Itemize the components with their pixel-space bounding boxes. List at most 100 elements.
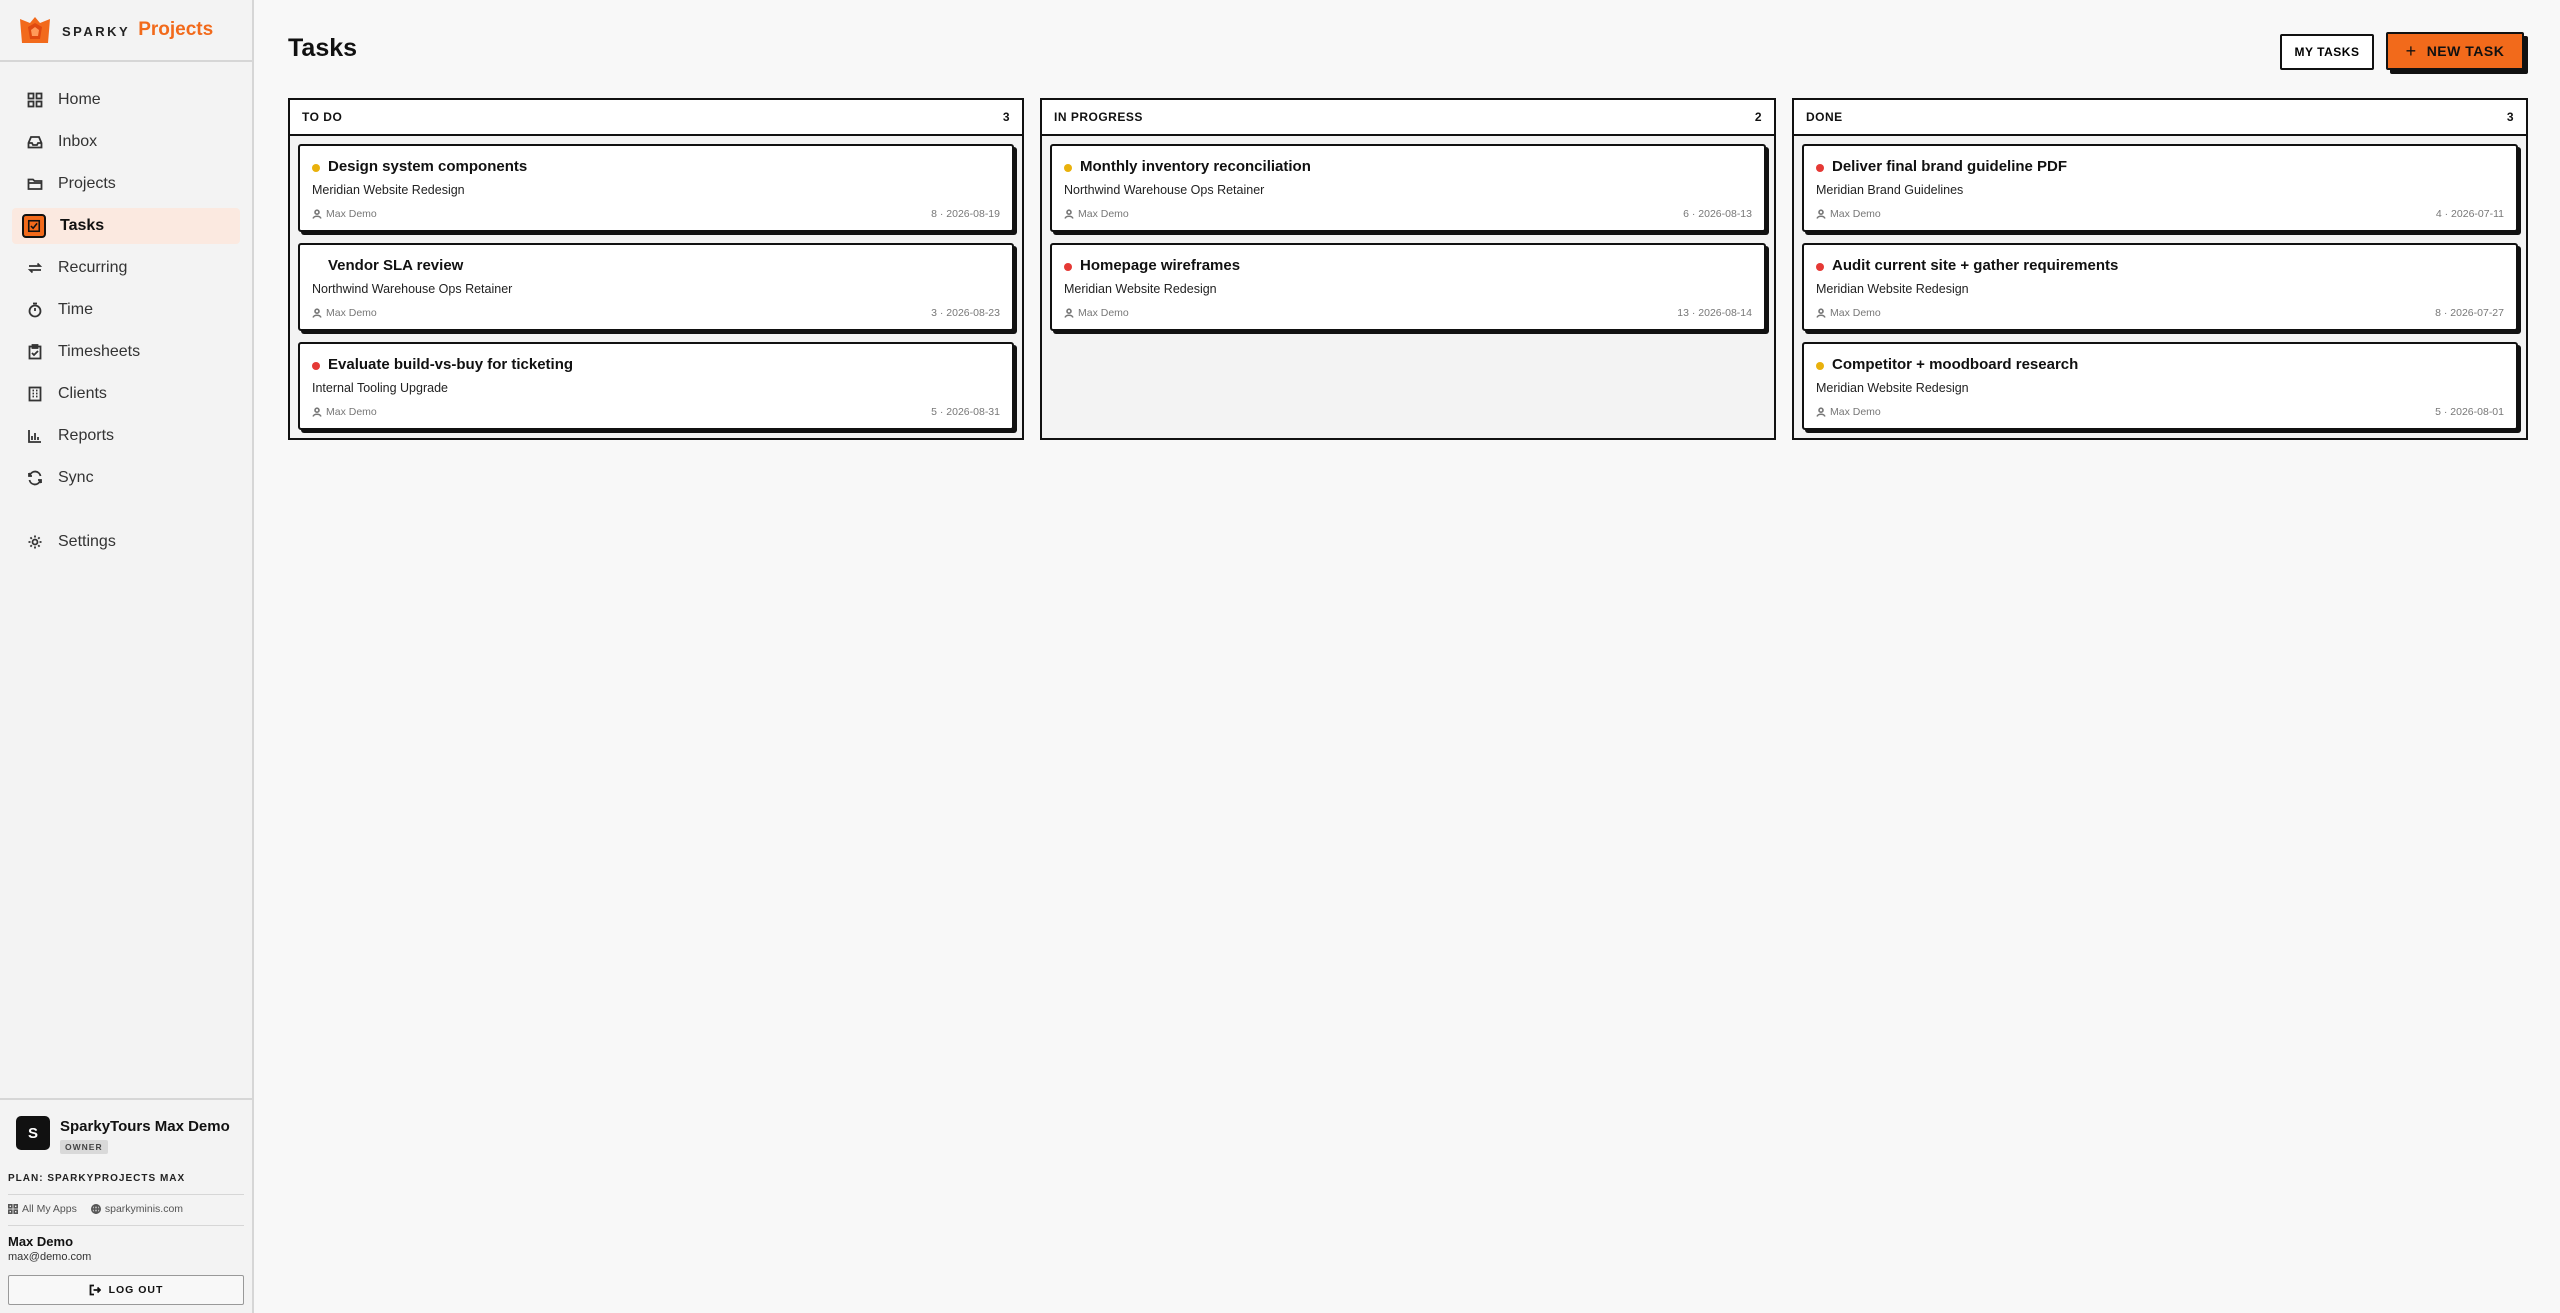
user-icon: [312, 209, 322, 219]
logout-icon: [89, 1284, 101, 1296]
task-card[interactable]: Audit current site + gather requirements…: [1802, 243, 2518, 331]
task-card[interactable]: Competitor + moodboard research Meridian…: [1802, 342, 2518, 430]
task-assignee: Max Demo: [1816, 406, 1881, 418]
sidebar-item-label: Time: [58, 301, 93, 318]
column-count: 3: [2506, 110, 2514, 124]
column-count: 3: [1002, 110, 1010, 124]
priority-dot: [1064, 263, 1072, 271]
task-meta: 8 · 2026-08-19: [931, 208, 1000, 220]
task-card[interactable]: Evaluate build-vs-buy for ticketing Inte…: [298, 342, 1014, 430]
column-header: DONE 3: [1794, 100, 2526, 136]
sidebar-item-home[interactable]: Home: [12, 82, 240, 118]
sidebar-item-tasks[interactable]: Tasks: [12, 208, 240, 244]
sidebar-nav: Home Inbox Projects Tasks Recurring Time: [0, 62, 252, 560]
task-assignee: Max Demo: [1064, 208, 1129, 220]
new-task-button[interactable]: + NEW TASK: [2386, 32, 2524, 70]
user-icon: [1064, 308, 1074, 318]
sidebar-item-label: Inbox: [58, 133, 98, 150]
globe-icon: [90, 1204, 101, 1214]
sidebar-item-label: Projects: [58, 175, 116, 192]
sidebar-item-timesheets[interactable]: Timesheets: [12, 334, 240, 370]
column-title: TO DO: [302, 110, 343, 124]
user-icon: [1816, 407, 1826, 417]
task-card[interactable]: Vendor SLA review Northwind Warehouse Op…: [298, 243, 1014, 331]
priority-dot: [312, 164, 320, 172]
sidebar-item-label: Timesheets: [58, 343, 141, 360]
footer-links: All My Apps sparkyminis.com: [8, 1195, 244, 1226]
column-in-progress: IN PROGRESS 2 Monthly inventory reconcil…: [1040, 98, 1776, 440]
plan-label: PLAN: SPARKYPROJECTS MAX: [8, 1173, 244, 1195]
user-name: Max Demo: [8, 1234, 74, 1249]
task-title: Homepage wireframes: [1080, 257, 1241, 274]
sidebar-item-inbox[interactable]: Inbox: [12, 124, 240, 160]
apps-grid-icon: [8, 1204, 18, 1214]
gear-icon: [26, 533, 44, 551]
logout-button[interactable]: LOG OUT: [8, 1275, 244, 1305]
user-icon: [312, 407, 322, 417]
task-title: Design system components: [328, 158, 528, 175]
priority-dot: [1816, 362, 1824, 370]
timer-icon: [26, 301, 44, 319]
column-title: DONE: [1806, 110, 1843, 124]
sidebar-item-recurring[interactable]: Recurring: [12, 250, 240, 286]
task-title: Audit current site + gather requirements: [1832, 257, 2119, 274]
task-assignee: Max Demo: [1816, 208, 1881, 220]
task-project: Meridian Website Redesign: [1064, 282, 1217, 296]
sidebar-item-label: Reports: [58, 427, 115, 444]
app-root: SPARKY Projects Home Inbox Projects Task…: [0, 0, 2560, 1313]
sidebar-item-label: Home: [58, 91, 101, 108]
main-content: Tasks MY TASKS + NEW TASK TO DO 3 Design…: [254, 0, 2560, 1313]
column-header: IN PROGRESS 2: [1042, 100, 1774, 136]
all-apps-link[interactable]: All My Apps: [8, 1203, 77, 1215]
sidebar-item-clients[interactable]: Clients: [12, 376, 240, 412]
brand-product-text: Projects: [138, 19, 214, 40]
sidebar-item-time[interactable]: Time: [12, 292, 240, 328]
brand-sparky-text: SPARKY: [62, 24, 131, 39]
my-tasks-button[interactable]: MY TASKS: [2280, 34, 2374, 70]
task-card[interactable]: Deliver final brand guideline PDF Meridi…: [1802, 144, 2518, 232]
user-icon: [1816, 308, 1826, 318]
sidebar-item-reports[interactable]: Reports: [12, 418, 240, 454]
sidebar-item-label: Tasks: [60, 217, 105, 234]
priority-dot: [312, 362, 320, 370]
task-title: Monthly inventory reconciliation: [1080, 158, 1311, 175]
inbox-icon: [26, 133, 44, 151]
clipboard-icon: [26, 343, 44, 361]
checkbox-icon: [22, 214, 46, 238]
workspace-switcher[interactable]: S SparkyTours Max Demo OWNER: [8, 1116, 244, 1155]
task-project: Meridian Brand Guidelines: [1816, 183, 1964, 197]
task-assignee: Max Demo: [312, 208, 377, 220]
workspace-name: SparkyTours Max Demo: [60, 1118, 230, 1135]
sidebar-item-label: Sync: [58, 469, 94, 486]
column-todo: TO DO 3 Design system components Meridia…: [288, 98, 1024, 440]
task-card[interactable]: Monthly inventory reconciliation Northwi…: [1050, 144, 1766, 232]
task-meta: 13 · 2026-08-14: [1677, 307, 1752, 319]
sidebar-item-label: Settings: [58, 533, 116, 550]
task-meta: 5 · 2026-08-31: [931, 406, 1000, 418]
task-meta: 6 · 2026-08-13: [1683, 208, 1752, 220]
sidebar-item-sync[interactable]: Sync: [12, 460, 240, 496]
repeat-icon: [26, 259, 44, 277]
task-project: Northwind Warehouse Ops Retainer: [1064, 183, 1265, 197]
sidebar-item-settings[interactable]: Settings: [12, 524, 240, 560]
kanban-board: TO DO 3 Design system components Meridia…: [288, 98, 2528, 440]
task-card[interactable]: Design system components Meridian Websit…: [298, 144, 1014, 232]
task-title: Deliver final brand guideline PDF: [1832, 158, 2068, 175]
task-assignee: Max Demo: [312, 406, 377, 418]
brand[interactable]: SPARKY Projects: [0, 0, 252, 62]
task-project: Northwind Warehouse Ops Retainer: [312, 282, 513, 296]
sidebar-footer: S SparkyTours Max Demo OWNER PLAN: SPARK…: [0, 1098, 252, 1313]
priority-dot: [1816, 263, 1824, 271]
site-link[interactable]: sparkyminis.com: [90, 1203, 183, 1215]
sidebar: SPARKY Projects Home Inbox Projects Task…: [0, 0, 254, 1313]
task-assignee: Max Demo: [1064, 307, 1129, 319]
refresh-icon: [26, 469, 44, 487]
task-meta: 8 · 2026-07-27: [2435, 307, 2504, 319]
priority-dot: [1064, 164, 1072, 172]
column-count: 2: [1754, 110, 1762, 124]
sidebar-item-projects[interactable]: Projects: [12, 166, 240, 202]
sidebar-item-label: Recurring: [58, 259, 128, 276]
column-title: IN PROGRESS: [1054, 110, 1143, 124]
task-card[interactable]: Homepage wireframes Meridian Website Red…: [1050, 243, 1766, 331]
task-assignee: Max Demo: [312, 307, 377, 319]
